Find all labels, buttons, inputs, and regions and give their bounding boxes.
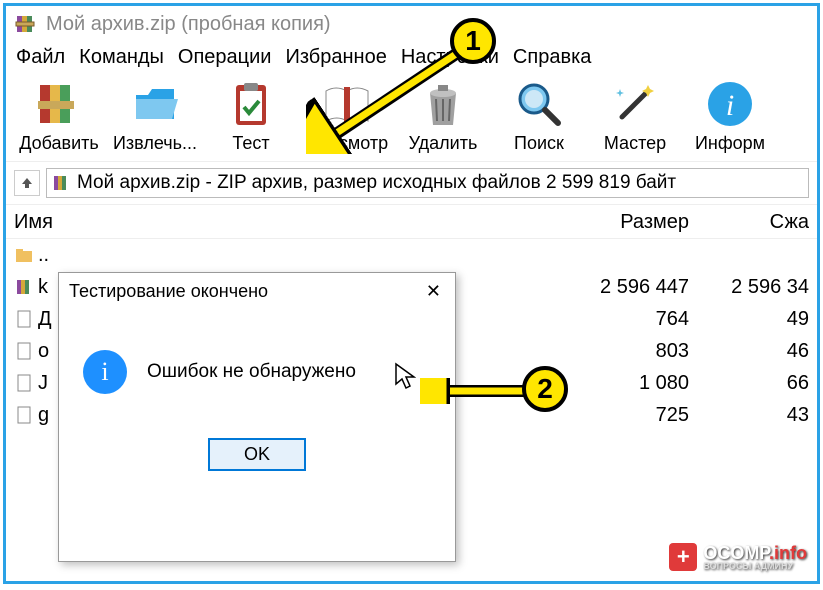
toolbar-find-label: Поиск	[514, 133, 564, 154]
ok-button[interactable]: OK	[208, 438, 306, 471]
watermark-sub: ВОПРОСЫ АДМИНУ	[703, 562, 807, 571]
file-packed: 43	[709, 404, 809, 427]
magnifier-icon	[512, 77, 566, 131]
menu-help[interactable]: Справка	[513, 46, 591, 69]
toolbar-find[interactable]: Поиск	[494, 77, 584, 154]
file-size: 764	[559, 308, 709, 331]
toolbar-wizard-label: Мастер	[604, 133, 666, 154]
toolbar-info-label: Информ	[695, 133, 765, 154]
column-packed[interactable]: Сжа	[709, 211, 809, 234]
file-list-header: Имя Размер Сжа	[6, 205, 817, 239]
books-stack-icon	[32, 77, 86, 131]
menu-file[interactable]: Файл	[16, 46, 65, 69]
file-icon	[14, 405, 34, 425]
folder-up-icon	[14, 245, 34, 265]
archive-icon	[51, 173, 71, 193]
callout-marker-1: 1	[450, 18, 496, 64]
file-name: Д	[38, 308, 52, 331]
file-size: 1 080	[559, 372, 709, 395]
address-bar: Мой архив.zip - ZIP архив, размер исходн…	[6, 161, 817, 205]
info-circle-icon: i	[83, 350, 127, 394]
toolbar-add[interactable]: Добавить	[14, 77, 104, 154]
watermark-brand: OCOMP	[703, 543, 769, 563]
watermark: + OCOMP.info ВОПРОСЫ АДМИНУ	[669, 543, 807, 571]
titlebar: Мой архив.zip (пробная копия)	[6, 6, 817, 40]
window-title: Мой архив.zip (пробная копия)	[46, 13, 331, 36]
file-size: 2 596 447	[559, 276, 709, 299]
file-name: o	[38, 340, 49, 363]
test-complete-dialog: Тестирование окончено ✕ i Ошибок не обна…	[58, 272, 456, 562]
toolbar-add-label: Добавить	[19, 133, 99, 154]
info-icon: i	[703, 77, 757, 131]
address-box[interactable]: Мой архив.zip - ZIP архив, размер исходн…	[46, 168, 809, 198]
list-item[interactable]: ..	[6, 239, 817, 271]
file-icon	[14, 341, 34, 361]
file-icon	[14, 309, 34, 329]
dialog-close-button[interactable]: ✕	[422, 281, 445, 302]
toolbar-wizard[interactable]: Мастер	[590, 77, 680, 154]
watermark-plus-icon: +	[669, 543, 697, 571]
archive-file-icon	[14, 277, 34, 297]
file-size: 725	[559, 404, 709, 427]
watermark-suffix: .info	[769, 543, 807, 563]
toolbar-extract-label: Извлечь...	[113, 133, 197, 154]
callout-marker-2: 2	[522, 366, 568, 412]
callout-arrow-1	[306, 44, 466, 154]
mouse-cursor-icon	[394, 362, 416, 390]
wand-icon	[608, 77, 662, 131]
file-name: J	[38, 372, 48, 395]
file-name: g	[38, 404, 49, 427]
clipboard-check-icon	[224, 77, 278, 131]
file-packed: 66	[709, 372, 809, 395]
svg-text:i: i	[726, 89, 734, 122]
address-text: Мой архив.zip - ZIP архив, размер исходн…	[77, 172, 676, 194]
file-name: ..	[38, 244, 49, 267]
dialog-title: Тестирование окончено	[69, 281, 268, 302]
toolbar-test-label: Тест	[232, 133, 269, 154]
toolbar-extract[interactable]: Извлечь...	[110, 77, 200, 154]
toolbar-test[interactable]: Тест	[206, 77, 296, 154]
app-icon	[14, 12, 38, 36]
up-button[interactable]	[14, 170, 40, 196]
toolbar-info[interactable]: i Информ	[686, 77, 774, 154]
menu-commands[interactable]: Команды	[79, 46, 164, 69]
callout-arrow-2	[420, 378, 530, 404]
file-name: k	[38, 276, 48, 299]
dialog-message: Ошибок не обнаружено	[147, 361, 356, 383]
folder-open-icon	[128, 77, 182, 131]
file-icon	[14, 373, 34, 393]
menu-operations[interactable]: Операции	[178, 46, 272, 69]
file-packed: 46	[709, 340, 809, 363]
file-packed: 49	[709, 308, 809, 331]
column-size[interactable]: Размер	[559, 211, 709, 234]
file-size: 803	[559, 340, 709, 363]
up-arrow-icon	[20, 176, 34, 190]
column-name[interactable]: Имя	[14, 211, 559, 234]
file-packed: 2 596 34	[709, 276, 809, 299]
